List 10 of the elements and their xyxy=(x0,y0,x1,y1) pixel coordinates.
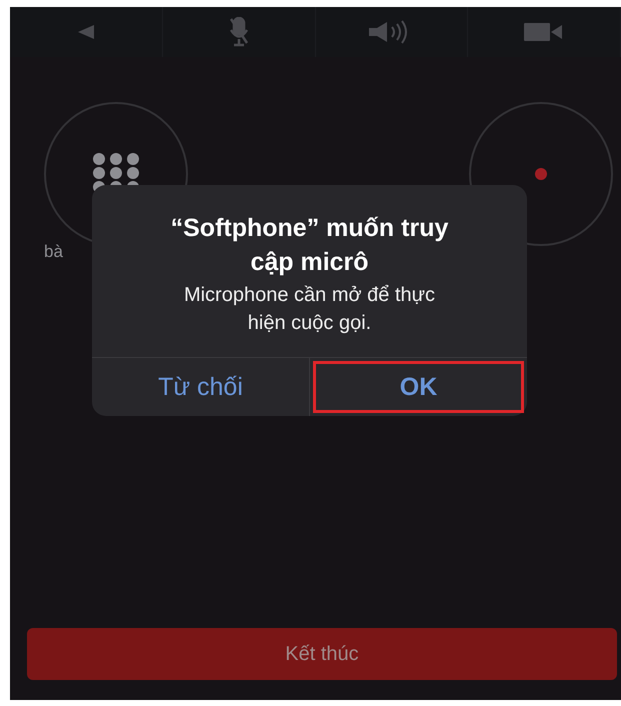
dialog-button[interactable]: OK xyxy=(310,358,527,416)
back-icon[interactable] xyxy=(78,25,94,39)
dialog-title: “Softphone” muốn truy cập micrô xyxy=(170,213,450,278)
call-option-label: bà xyxy=(44,242,63,262)
dialog-message: Microphone cần mở để thực hiện cuộc gọi. xyxy=(182,283,436,336)
video-camera-icon[interactable] xyxy=(524,22,564,42)
microphone-off-icon[interactable] xyxy=(228,17,249,47)
dialog-button[interactable]: Từ chối xyxy=(92,358,310,416)
end-call-button[interactable]: Kết thúc xyxy=(27,628,617,680)
record-dot-icon xyxy=(534,167,548,181)
